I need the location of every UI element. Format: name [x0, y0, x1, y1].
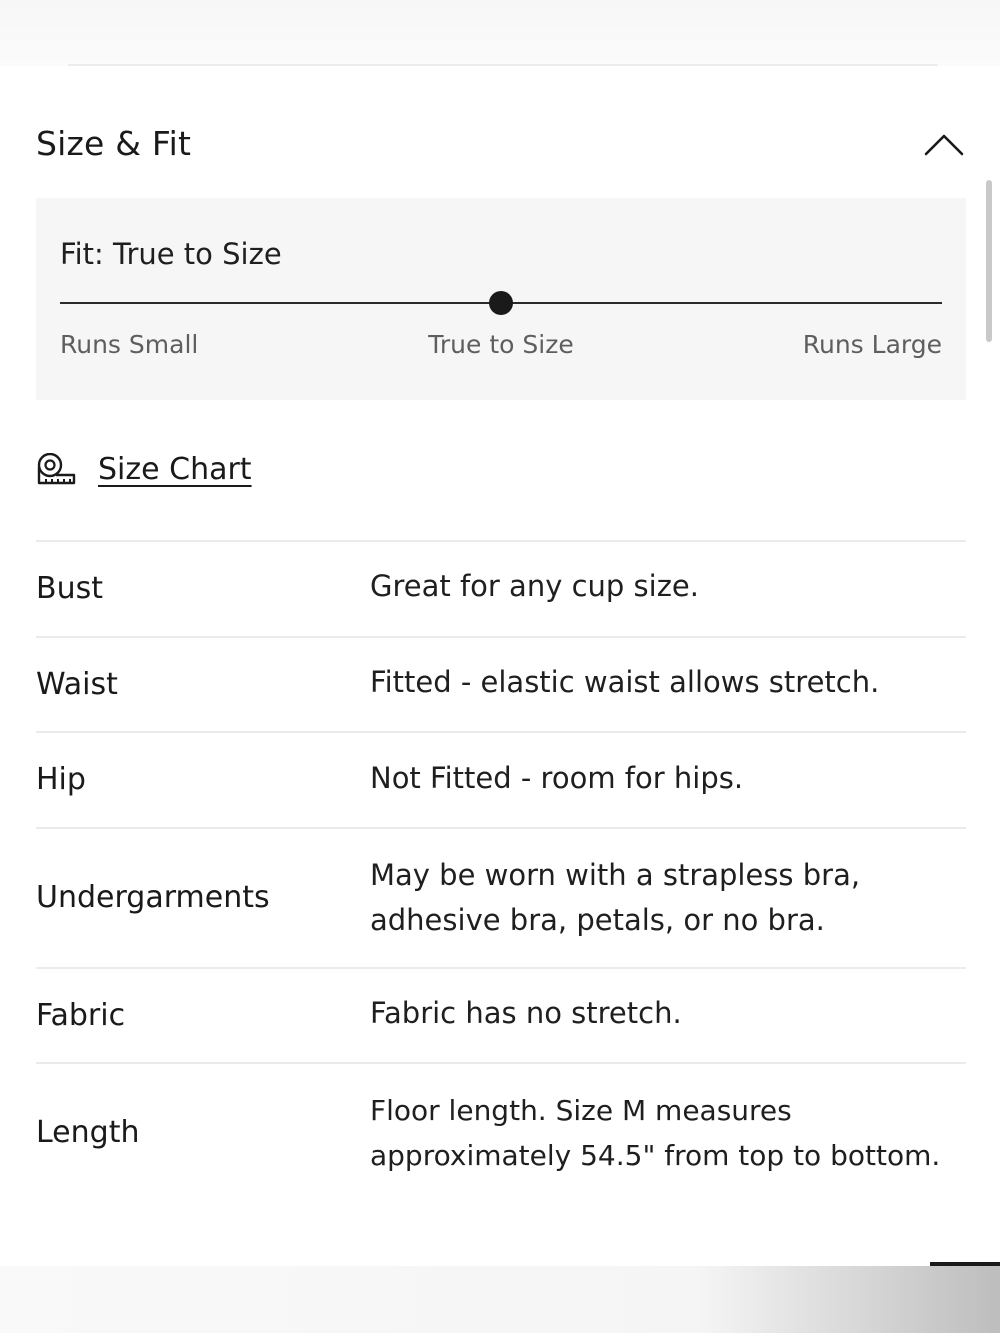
scrollbar-thumb[interactable]: [986, 180, 992, 342]
spec-row-length: Length Floor length. Size M measures app…: [36, 1062, 966, 1202]
spec-value-hip: Not Fitted - room for hips.: [370, 760, 744, 795]
size-fit-page: Size & Fit Fit: True to Size Runs Small …: [0, 0, 1000, 1333]
size-chart-label: Size Chart: [98, 452, 252, 487]
spec-value-bust: Great for any cup size.: [370, 568, 699, 603]
top-fade: [0, 0, 1000, 66]
fit-title: Fit: True to Size: [60, 237, 282, 271]
chevron-up-icon: [924, 134, 964, 156]
fit-scale-indicator: [489, 291, 513, 315]
spec-label-waist: Waist: [36, 666, 118, 702]
spec-row-fabric: Fabric Fabric has no stretch.: [36, 967, 966, 1062]
fit-label-true-to-size: True to Size: [428, 330, 574, 359]
fit-label-runs-small: Runs Small: [60, 330, 199, 359]
bottom-fade: [0, 1266, 1000, 1333]
size-chart-link[interactable]: Size Chart: [36, 448, 252, 492]
fit-details-table: Bust Great for any cup size. Waist Fitte…: [36, 540, 966, 1202]
fit-panel: Fit: True to Size Runs Small True to Siz…: [36, 198, 966, 400]
spec-row-bust: Bust Great for any cup size.: [36, 540, 966, 636]
spec-value-waist: Fitted - elastic waist allows stretch.: [370, 665, 880, 699]
measuring-tape-icon: [37, 453, 76, 485]
bottom-indicator: [930, 1262, 1000, 1266]
top-divider: [68, 64, 938, 66]
spec-value-fabric: Fabric has no stretch.: [370, 996, 682, 1030]
spec-label-hip: Hip: [36, 762, 86, 797]
spec-label-length: Length: [36, 1115, 140, 1150]
spec-label-fabric: Fabric: [36, 997, 126, 1033]
spec-value-length: Floor length. Size M measures approximat…: [370, 1094, 941, 1172]
spec-row-waist: Waist Fitted - elastic waist allows stre…: [36, 636, 966, 731]
spec-label-bust: Bust: [36, 571, 103, 606]
fit-label-runs-large: Runs Large: [802, 330, 942, 359]
collapse-button[interactable]: [918, 124, 970, 164]
spec-value-undergarments: May be worn with a strapless bra, adhesi…: [370, 858, 861, 937]
spec-label-undergarments: Undergarments: [36, 880, 270, 915]
section-title: Size & Fit: [36, 124, 192, 163]
spec-row-hip: Hip Not Fitted - room for hips.: [36, 731, 966, 827]
spec-row-undergarments: Undergarments May be worn with a straple…: [36, 827, 966, 967]
